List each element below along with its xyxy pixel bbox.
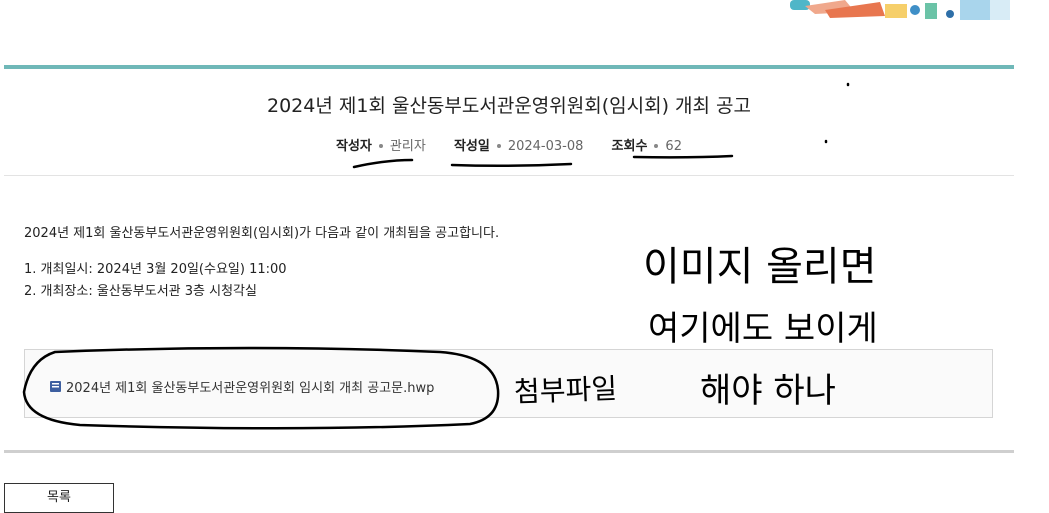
meta-date-label: 작성일: [453, 139, 490, 154]
meta-views-label: 조회수: [611, 139, 648, 154]
header-banner-illustration: [785, 0, 1015, 24]
meta-date: 작성일 2024-03-08: [454, 135, 583, 154]
attachment-filename: 2024년 제1회 울산동부도서관운영위원회 임시회 개최 공고문.hwp: [66, 381, 435, 396]
bullet-icon: [378, 143, 383, 148]
file-icon: [50, 381, 61, 392]
meta-views: 조회수 62: [612, 135, 682, 154]
list-button[interactable]: 목록: [4, 483, 114, 513]
board-top-border: [4, 65, 1014, 69]
meta-author: 작성자 관리자: [336, 135, 426, 154]
post-item-place: 2. 개최장소: 울산동부도서관 3층 시청각실: [24, 284, 257, 299]
meta-divider: [4, 175, 1014, 176]
underline-author: [352, 158, 414, 169]
board-bottom-border: [4, 450, 1014, 453]
meta-views-value: 62: [665, 139, 682, 154]
post-meta: 작성자 관리자 작성일 2024-03-08 조회수 62: [0, 135, 1018, 154]
bullet-icon: [496, 143, 501, 148]
underline-date: [450, 162, 573, 168]
attachment-box: 2024년 제1회 울산동부도서관운영위원회 임시회 개최 공고문.hwp: [24, 349, 993, 418]
post-body: 2024년 제1회 울산동부도서관운영위원회(임시회)가 다음과 같이 개최됨을…: [24, 223, 499, 303]
post-intro: 2024년 제1회 울산동부도서관운영위원회(임시회)가 다음과 같이 개최됨을…: [24, 226, 500, 241]
bullet-icon: [654, 143, 659, 148]
meta-author-label: 작성자: [336, 139, 372, 154]
underline-views: [632, 154, 734, 159]
page-title: 2024년 제1회 울산동부도서관운영위원회(임시회) 개최 공고: [267, 95, 751, 117]
meta-date-value: 2024-03-08: [507, 139, 584, 154]
note-right: 이미지 올리면: [643, 244, 877, 290]
attachment-link[interactable]: 2024년 제1회 울산동부도서관운영위원회 임시회 개최 공고문.hwp: [49, 377, 434, 396]
post-item-date: 1. 개최일시: 2024년 3월 20일(수요일) 11:00: [24, 262, 287, 277]
note-right: 여기에도 보이게: [648, 309, 878, 349]
meta-author-value: 관리자: [389, 139, 426, 154]
